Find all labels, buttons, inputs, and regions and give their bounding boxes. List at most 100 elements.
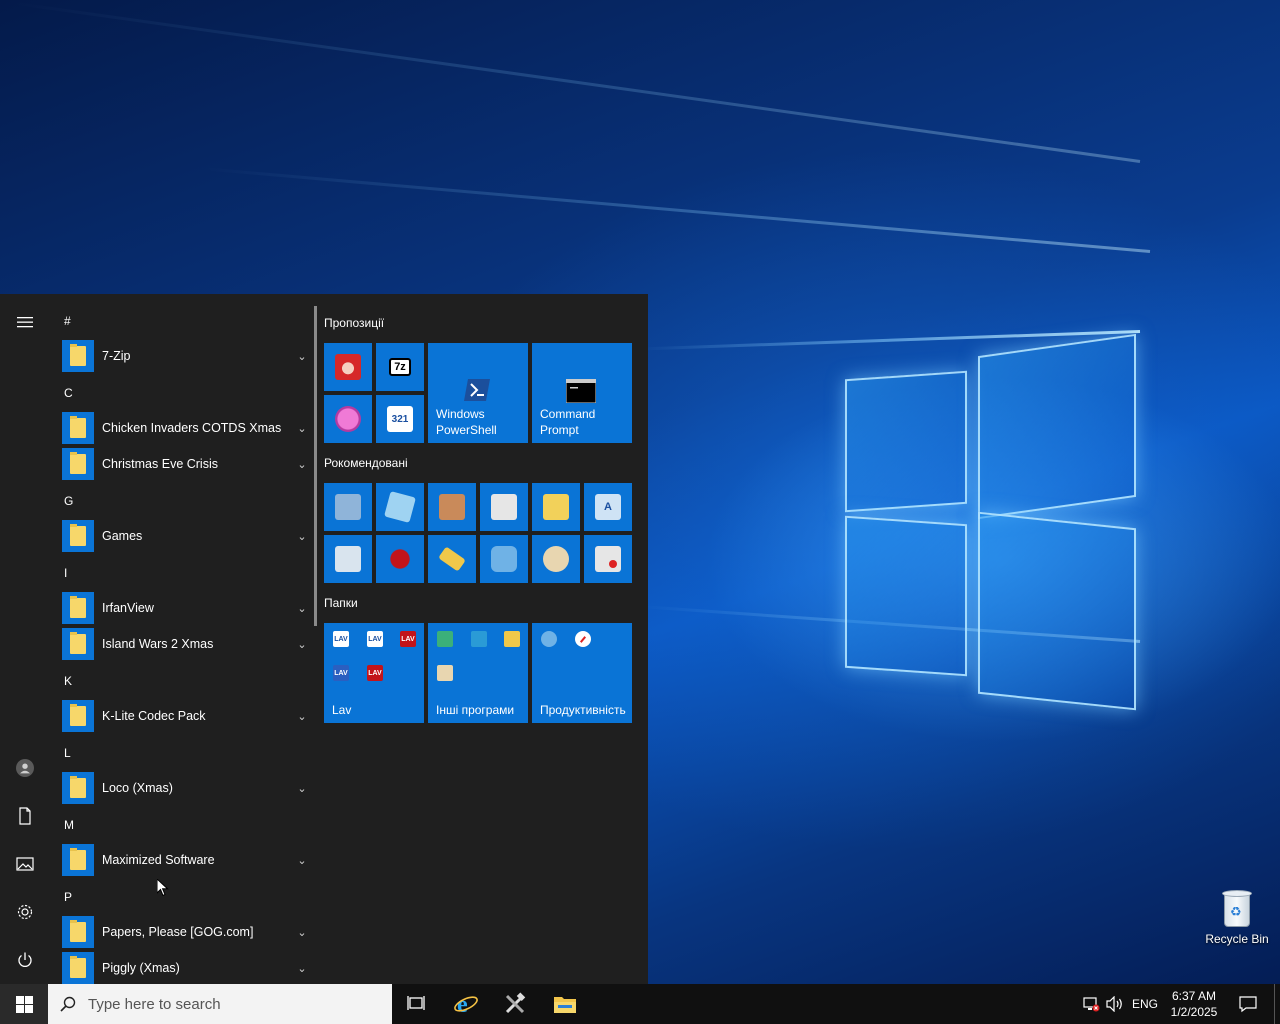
recycle-bin[interactable]: ♻ Recycle Bin xyxy=(1200,888,1274,946)
group-header-g[interactable]: G xyxy=(64,494,73,508)
action-center-button[interactable] xyxy=(1234,984,1262,1024)
chevron-down-icon[interactable]: ⌄ xyxy=(294,782,310,795)
chevron-down-icon[interactable]: ⌄ xyxy=(294,422,310,435)
settings-button[interactable] xyxy=(0,890,50,934)
file-explorer-button[interactable] xyxy=(541,984,589,1024)
tile-folder-other-programs[interactable]: Інші програми xyxy=(428,623,528,723)
document-icon xyxy=(19,807,31,825)
group-header-hash[interactable]: # xyxy=(64,314,71,328)
app-item-games[interactable]: Games ⌄ xyxy=(62,518,310,554)
recycle-bin-icon: ♻ xyxy=(1220,888,1254,928)
app-item-irfanview[interactable]: IrfanView ⌄ xyxy=(62,590,310,626)
chevron-down-icon[interactable]: ⌄ xyxy=(294,854,310,867)
tile-recommended-12[interactable] xyxy=(584,535,632,583)
tile-group-title-folders[interactable]: Папки xyxy=(324,596,358,610)
tile-windows-powershell[interactable]: Windows PowerShell xyxy=(428,343,528,443)
chevron-down-icon[interactable]: ⌄ xyxy=(294,458,310,471)
gear-icon xyxy=(17,904,33,920)
paint-icon xyxy=(543,546,569,572)
svg-text:e: e xyxy=(457,992,468,1017)
tile-group-title-suggestions[interactable]: Пропозиції xyxy=(324,316,384,330)
chevron-down-icon[interactable]: ⌄ xyxy=(294,602,310,615)
power-button[interactable] xyxy=(0,938,50,982)
clock[interactable]: 6:37 AM 1/2/2025 xyxy=(1164,988,1224,1020)
network-status-button[interactable] xyxy=(1080,984,1102,1024)
pink-game-icon xyxy=(335,406,361,432)
chevron-down-icon[interactable]: ⌄ xyxy=(294,350,310,363)
tools-icon xyxy=(504,631,520,647)
group-header-i[interactable]: I xyxy=(64,566,67,580)
documents-button[interactable] xyxy=(0,794,50,838)
powershell-icon xyxy=(464,379,490,401)
volume-button[interactable] xyxy=(1104,984,1126,1024)
app-label: Chicken Invaders COTDS Xmas xyxy=(102,421,282,435)
recycle-bin-label: Recycle Bin xyxy=(1205,932,1269,946)
window-pane-bottom-right xyxy=(978,511,1136,711)
chevron-down-icon[interactable]: ⌄ xyxy=(294,962,310,975)
app-item-7zip[interactable]: 7-Zip ⌄ xyxy=(62,338,310,374)
tile-recommended-11[interactable] xyxy=(532,535,580,583)
tools-button[interactable] xyxy=(491,984,539,1024)
tile-recommended-9[interactable] xyxy=(428,535,476,583)
start-button[interactable] xyxy=(0,984,48,1024)
tile-folder-lav[interactable]: LAV LAV LAV LAV LAV Lav xyxy=(324,623,424,723)
group-header-l[interactable]: L xyxy=(64,746,71,760)
tile-santa-app[interactable] xyxy=(324,343,372,391)
tile-recommended-1[interactable] xyxy=(324,483,372,531)
tile-command-prompt[interactable]: Command Prompt xyxy=(532,343,632,443)
computer-settings-icon xyxy=(335,494,361,520)
app-item-island-wars[interactable]: Island Wars 2 Xmas ⌄ xyxy=(62,626,310,662)
app-list-scrollbar[interactable] xyxy=(314,306,317,626)
show-desktop-button[interactable] xyxy=(1274,984,1280,1024)
clock-icon xyxy=(575,631,591,647)
tile-calendar-app[interactable]: 321 xyxy=(376,395,424,443)
app-item-piggly[interactable]: Piggly (Xmas) ⌄ xyxy=(62,950,310,984)
tile-label-line1: Command xyxy=(540,407,596,421)
app-item-papers-please[interactable]: Papers, Please [GOG.com] ⌄ xyxy=(62,914,310,950)
tools-icon xyxy=(505,992,526,1014)
app-item-loco[interactable]: Loco (Xmas) ⌄ xyxy=(62,770,310,806)
tile-recommended-5[interactable] xyxy=(532,483,580,531)
taskbar-search[interactable] xyxy=(48,984,392,1024)
chevron-down-icon[interactable]: ⌄ xyxy=(294,926,310,939)
search-input[interactable] xyxy=(88,995,378,1013)
tile-folder-productivity[interactable]: Продуктивність xyxy=(532,623,632,723)
chevron-down-icon[interactable]: ⌄ xyxy=(294,530,310,543)
tile-recommended-4[interactable] xyxy=(480,483,528,531)
group-header-m[interactable]: M xyxy=(64,818,74,832)
internet-explorer-button[interactable]: e xyxy=(442,984,490,1024)
tile-label: Інші програми xyxy=(436,703,515,717)
chevron-down-icon[interactable]: ⌄ xyxy=(294,710,310,723)
app-label: Loco (Xmas) xyxy=(102,781,173,795)
task-view-button[interactable] xyxy=(392,984,440,1024)
tile-pink-app[interactable] xyxy=(324,395,372,443)
app-item-christmas-eve-crisis[interactable]: Christmas Eve Crisis ⌄ xyxy=(62,446,310,482)
chat-bubble-icon xyxy=(491,546,517,572)
tile-7zip[interactable]: 7z xyxy=(376,343,424,391)
tile-recommended-7[interactable] xyxy=(324,535,372,583)
group-header-p[interactable]: P xyxy=(64,890,72,904)
folder-icon xyxy=(62,520,94,552)
group-header-c[interactable]: C xyxy=(64,386,73,400)
language-indicator[interactable]: ENG xyxy=(1128,984,1162,1024)
tile-recommended-2[interactable] xyxy=(376,483,424,531)
internet-explorer-icon: e xyxy=(454,992,478,1017)
folder-icon xyxy=(62,592,94,624)
folder-icon xyxy=(62,700,94,732)
pictures-button[interactable] xyxy=(0,842,50,886)
expand-menu-button[interactable] xyxy=(0,300,50,344)
app-item-chicken-invaders[interactable]: Chicken Invaders COTDS Xmas ⌄ xyxy=(62,410,310,446)
chevron-down-icon[interactable]: ⌄ xyxy=(294,638,310,651)
group-header-k[interactable]: K xyxy=(64,674,72,688)
tile-recommended-8[interactable] xyxy=(376,535,424,583)
folder-icon xyxy=(62,628,94,660)
app-item-maximized-software[interactable]: Maximized Software ⌄ xyxy=(62,842,310,878)
tile-recommended-3[interactable] xyxy=(428,483,476,531)
tile-recommended-10[interactable] xyxy=(480,535,528,583)
tile-group-title-recommended[interactable]: Рокомендовані xyxy=(324,456,408,470)
app-list: # 7-Zip ⌄ C Chicken Invaders COTDS Xmas … xyxy=(50,294,312,984)
app-item-k-lite[interactable]: K-Lite Codec Pack ⌄ xyxy=(62,698,310,734)
user-account-button[interactable] xyxy=(0,746,50,790)
window-pane-bottom-left xyxy=(845,515,967,677)
tile-recommended-6[interactable]: A xyxy=(584,483,632,531)
